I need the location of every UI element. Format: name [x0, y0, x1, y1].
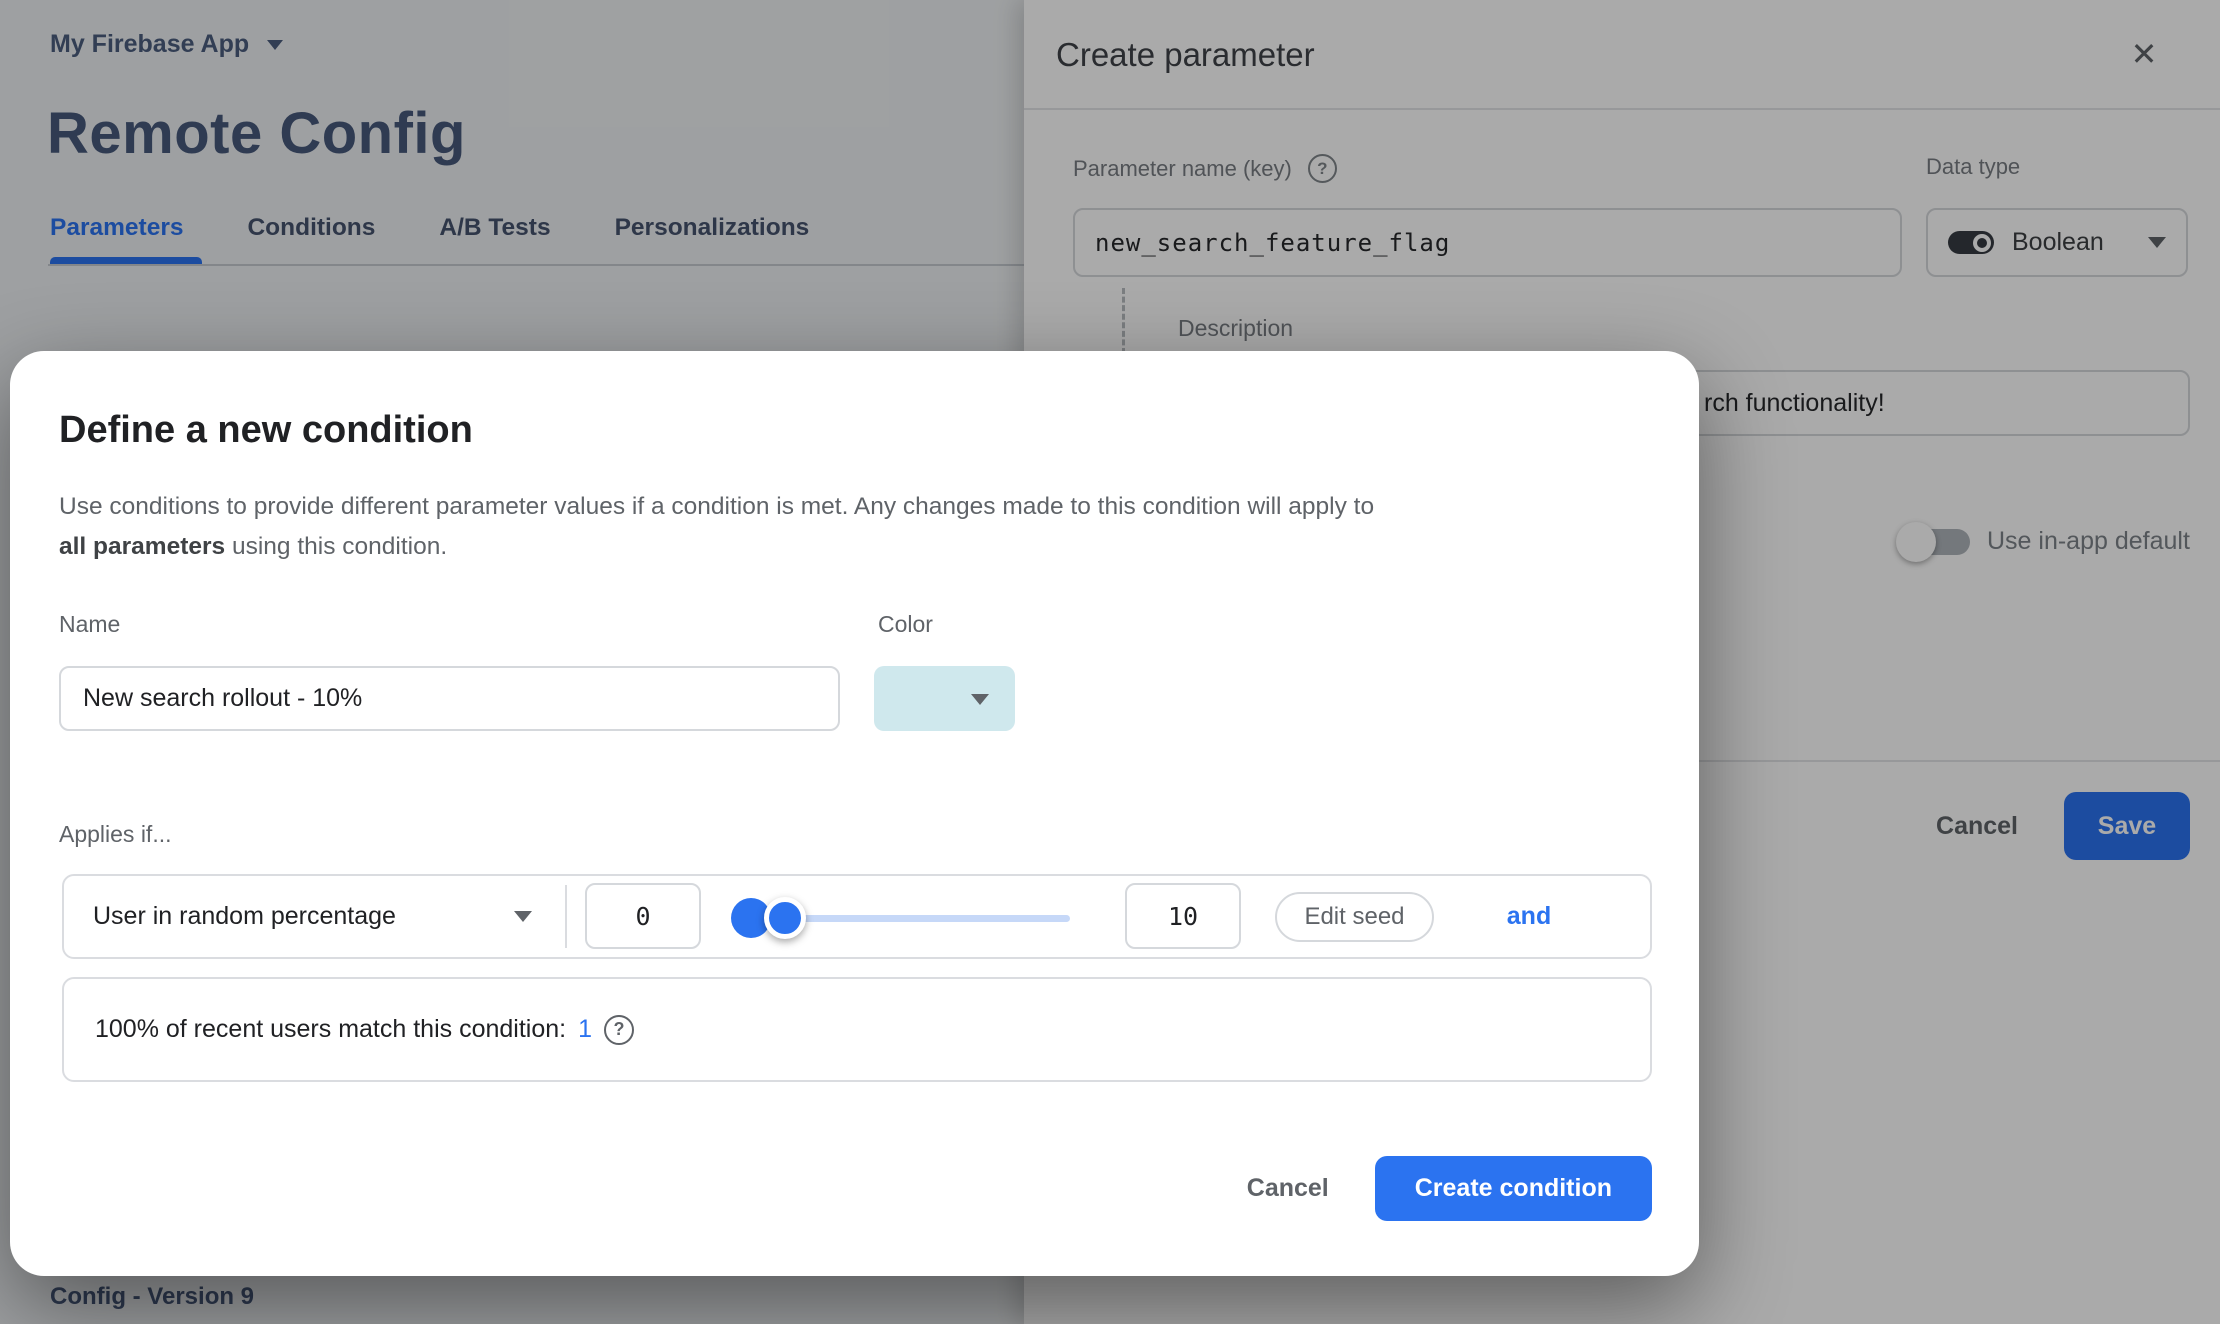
intro-bold: all parameters — [59, 533, 226, 560]
condition-name-input[interactable] — [59, 666, 840, 731]
applies-if-label: Applies if... — [59, 821, 172, 847]
dropdown-caret-icon — [971, 694, 989, 705]
intro-line2-rest: using this condition. — [225, 533, 448, 560]
dialog-intro-text: Use conditions to provide different para… — [59, 487, 1374, 567]
firebase-remote-config-screen: My Firebase App Remote Config Parameters… — [0, 0, 2220, 1324]
match-info-value: 1 — [578, 1015, 592, 1043]
condition-divider — [565, 885, 567, 948]
condition-rule-row: User in random percentage Edit seed and — [62, 874, 1652, 959]
condition-type-value: User in random percentage — [93, 902, 396, 930]
percent-max-input[interactable] — [1125, 883, 1241, 949]
create-condition-button[interactable]: Create condition — [1374, 1156, 1652, 1221]
help-icon[interactable]: ? — [604, 1014, 634, 1045]
and-condition-link[interactable]: and — [1479, 876, 1579, 957]
condition-name-label: Name — [59, 611, 121, 637]
condition-type-select[interactable]: User in random percentage — [64, 876, 564, 957]
percentage-range-slider — [731, 876, 1070, 957]
edit-seed-button[interactable]: Edit seed — [1275, 892, 1434, 942]
dialog-cancel-button[interactable]: Cancel — [1247, 1174, 1329, 1203]
percent-min-input[interactable] — [585, 883, 701, 949]
intro-line1: Use conditions to provide different para… — [59, 493, 1375, 520]
condition-match-info: 100% of recent users match this conditio… — [62, 977, 1652, 1082]
color-select[interactable] — [874, 666, 1015, 731]
slider-handle-max[interactable] — [764, 897, 806, 939]
intro-line2: all parameters using this condition. — [59, 527, 1374, 567]
dropdown-caret-icon — [514, 911, 532, 922]
dialog-footer: Cancel Create condition — [1247, 1156, 1652, 1221]
define-condition-dialog: Define a new condition Use conditions to… — [10, 351, 1699, 1276]
dialog-title: Define a new condition — [59, 409, 473, 451]
color-label: Color — [878, 611, 933, 637]
match-info-text: 100% of recent users match this conditio… — [95, 1015, 567, 1043]
